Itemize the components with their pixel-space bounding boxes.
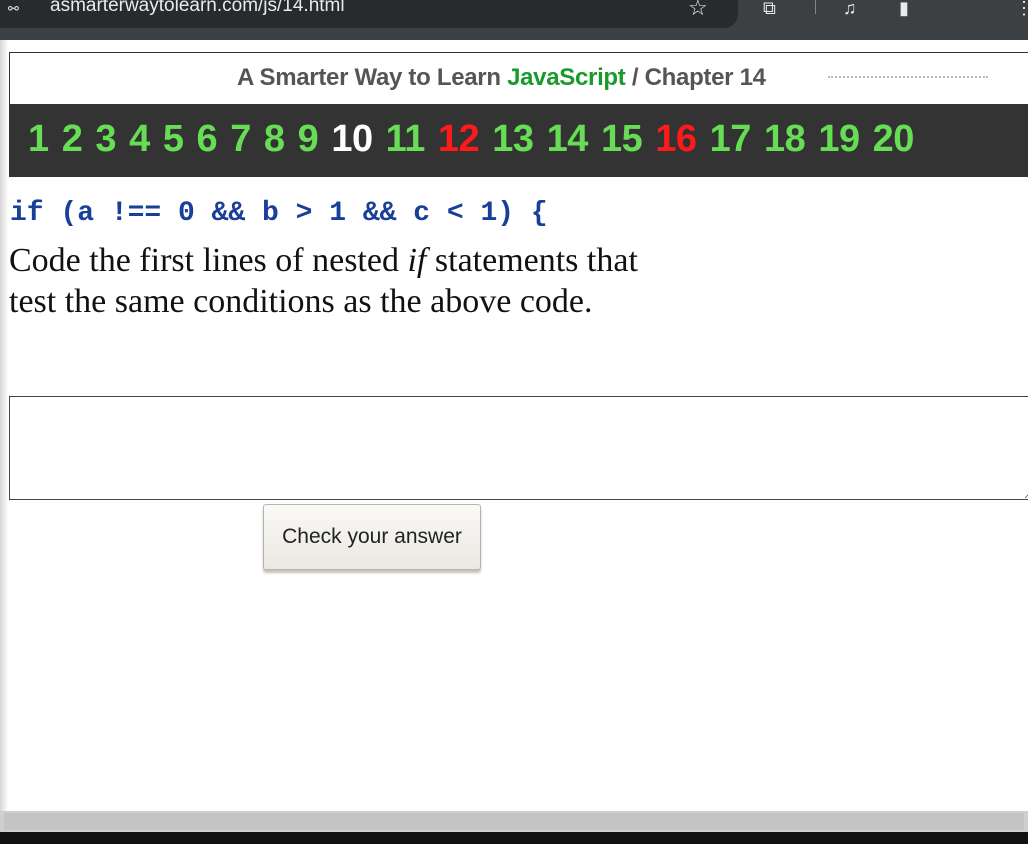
extensions-icon[interactable]: ⧉ — [763, 0, 776, 18]
sidepanel-icon[interactable]: ▮ — [899, 0, 909, 18]
media-icon[interactable]: ♫ — [843, 0, 857, 18]
code-sample: if (a !== 0 && b > 1 && c < 1) { — [10, 198, 548, 229]
chapter-link-13[interactable]: 13 — [492, 118, 534, 160]
check-answer-button[interactable]: Check your answer — [263, 504, 481, 570]
more-menu-icon[interactable]: ⋮ — [1015, 0, 1028, 18]
title-prefix: A Smarter Way to Learn — [237, 64, 501, 91]
toolbar-divider — [815, 0, 816, 14]
chapter-link-20[interactable]: 20 — [873, 118, 915, 160]
bookmark-star-icon[interactable]: ☆ — [688, 0, 708, 19]
chapter-link-3[interactable]: 3 — [95, 118, 116, 160]
chapter-link-9[interactable]: 9 — [298, 118, 319, 160]
site-info-icon[interactable]: ⚯ — [8, 2, 30, 18]
chapter-link-17[interactable]: 17 — [710, 118, 752, 160]
page-title: A Smarter Way to Learn JavaScript / Chap… — [237, 64, 766, 92]
taskbar — [0, 832, 1028, 844]
chapter-link-6[interactable]: 6 — [197, 118, 218, 160]
chapter-link-18[interactable]: 18 — [764, 118, 806, 160]
url-text[interactable]: asmarterwaytolearn.com/js/14.html — [50, 0, 345, 18]
chapter-link-2[interactable]: 2 — [62, 118, 83, 160]
scrollbar-thumb[interactable] — [4, 813, 1024, 830]
chapter-title: Chapter 14 — [644, 64, 766, 91]
chapter-link-14[interactable]: 14 — [547, 118, 589, 160]
address-bar[interactable]: ⚯ asmarterwaytolearn.com/js/14.html ☆ — [0, 0, 738, 28]
chapter-link-7[interactable]: 7 — [230, 118, 251, 160]
chapter-link-8[interactable]: 8 — [264, 118, 285, 160]
chapter-link-1[interactable]: 1 — [28, 118, 49, 160]
title-brand: JavaScript — [507, 64, 626, 91]
dotted-rule — [828, 76, 988, 78]
chapter-link-5[interactable]: 5 — [163, 118, 184, 160]
exercise-prompt: Code the first lines of nested if statem… — [9, 240, 689, 322]
prompt-keyword: if — [407, 242, 427, 279]
chapter-link-10[interactable]: 10 — [331, 118, 373, 160]
chapter-link-12[interactable]: 12 — [438, 118, 480, 160]
answer-textarea[interactable] — [9, 396, 1028, 500]
title-separator: / — [631, 64, 639, 91]
chapter-link-15[interactable]: 15 — [601, 118, 643, 160]
left-edge-shade — [0, 40, 8, 844]
chapter-link-11[interactable]: 11 — [386, 118, 426, 160]
chapter-link-16[interactable]: 16 — [655, 118, 697, 160]
chapter-link-4[interactable]: 4 — [129, 118, 150, 160]
chapter-link-19[interactable]: 19 — [818, 118, 860, 160]
chapter-nav: 1 2 3 4 5 6 7 8 9 10 11 12 13 14 15 16 1… — [28, 117, 917, 161]
browser-toolbar: ⚯ asmarterwaytolearn.com/js/14.html ☆ ⧉ … — [0, 0, 1028, 40]
prompt-text-before: Code the first lines of nested — [9, 242, 408, 279]
